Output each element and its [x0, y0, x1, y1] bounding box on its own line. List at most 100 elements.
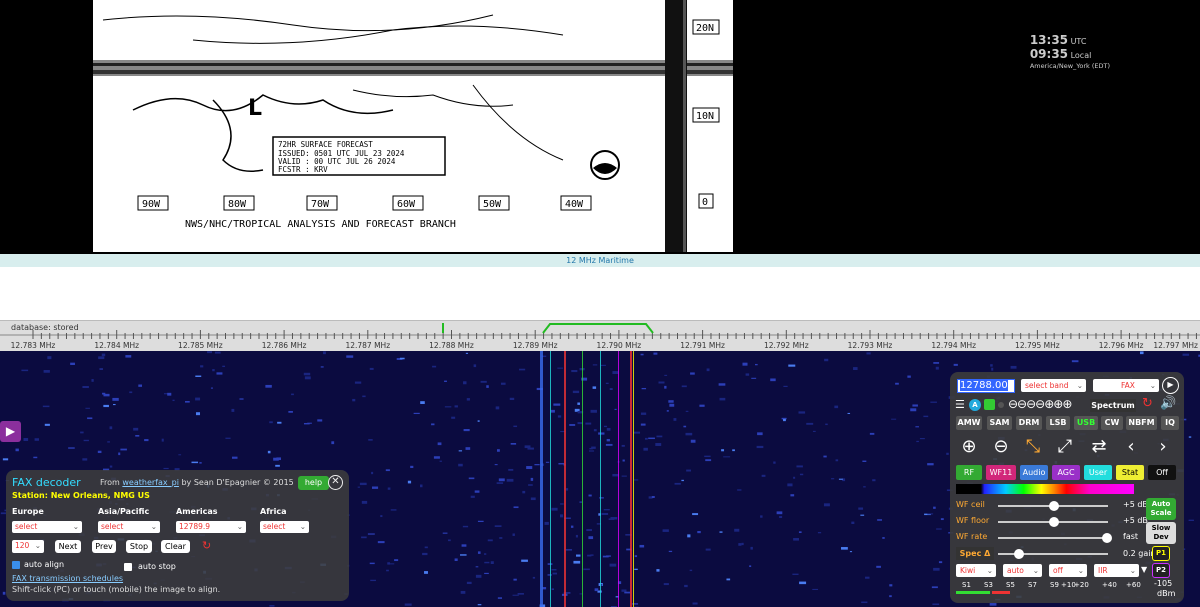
tab-user[interactable]: User	[1084, 465, 1112, 480]
spectrum-button[interactable]: Spectrum	[1090, 399, 1136, 412]
zoom-max-icon[interactable]: ⤢	[1052, 434, 1078, 460]
spec-gain-knob[interactable]	[1014, 549, 1024, 559]
band-select[interactable]: select band ⌄	[1021, 379, 1086, 392]
waterfall-pixel	[916, 440, 919, 443]
edit-icon[interactable]	[984, 399, 995, 410]
waterfall-pixel	[473, 364, 477, 368]
waterfall-pixel	[216, 372, 223, 375]
tab-stat[interactable]: Stat	[1116, 465, 1144, 480]
refresh-icon[interactable]: ↻	[202, 539, 211, 552]
asia-select[interactable]: select ⌄	[98, 521, 160, 533]
auto-scale-button[interactable]: Auto Scale	[1146, 498, 1176, 520]
zoom-band-icon[interactable]: ⤡	[1020, 434, 1046, 460]
help-button[interactable]: help	[298, 476, 329, 490]
forecast-line-1: 72HR SURFACE FORECAST	[278, 140, 373, 149]
reload-icon[interactable]: ↻	[1142, 396, 1153, 411]
mode-lsb[interactable]: LSB	[1046, 416, 1070, 430]
waterfall-pixel	[919, 438, 925, 440]
align-hint: Shift-click (PC) or touch (mobile) the i…	[12, 585, 221, 594]
prev-button[interactable]: Prev	[92, 540, 116, 553]
zoom-out-icon[interactable]: ⊖	[988, 434, 1014, 460]
off-select[interactable]: off ⌄	[1049, 564, 1087, 577]
tab-agc[interactable]: AGC	[1052, 465, 1080, 480]
weather-fax-image[interactable]: L 72HR SURFACE FORECAST ISSUED: 0501 UTC…	[93, 0, 733, 252]
frequency-label: 12.790 MHz	[596, 341, 642, 350]
wf-rate-knob[interactable]	[1102, 533, 1112, 543]
waterfall-pixel	[738, 543, 742, 546]
signal-trace	[582, 351, 583, 607]
close-icon[interactable]: ✕	[328, 475, 343, 490]
kiwi-select[interactable]: Kiwi ⌄	[956, 564, 996, 577]
menu-icon[interactable]: ☰	[955, 398, 965, 411]
auto-select[interactable]: auto ⌄	[1003, 564, 1042, 577]
wf-floor-slider[interactable]	[998, 517, 1108, 527]
waterfall-pixel	[751, 377, 757, 379]
dx-label-area[interactable]	[0, 267, 1200, 320]
waterfall-pixel	[912, 404, 918, 407]
mode-sam[interactable]: SAM	[987, 416, 1012, 430]
band-bar[interactable]: 12 MHz Maritime	[0, 254, 1200, 267]
stop-button[interactable]: Stop	[126, 540, 152, 553]
wf-ceil-slider[interactable]	[998, 501, 1108, 511]
frequency-label: 12.796 MHz	[1098, 341, 1144, 350]
waterfall-pixel	[779, 516, 783, 518]
auto-align-checkbox[interactable]	[12, 561, 20, 569]
next-page-icon[interactable]: ›	[1150, 434, 1176, 460]
mode-nbfm[interactable]: NBFM	[1126, 416, 1157, 430]
auto-icon[interactable]: A	[969, 399, 981, 411]
iir-select[interactable]: IIR ⌄	[1094, 564, 1139, 577]
mode-amw[interactable]: AMW	[956, 416, 982, 430]
waterfall-pixel	[484, 561, 490, 564]
waterfall-pixel	[494, 525, 502, 527]
waterfall-pixel	[544, 521, 549, 525]
tab-wf[interactable]: WF11	[986, 465, 1016, 480]
mode-usb[interactable]: USB	[1074, 416, 1098, 430]
zoom-in-icon[interactable]: ⊕	[956, 434, 982, 460]
play-toggle-button[interactable]: ▶	[0, 421, 21, 442]
p1-button[interactable]: P1	[1152, 546, 1170, 561]
lpm-select[interactable]: 120 ⌄	[12, 540, 44, 553]
waterfall-pixel	[545, 461, 550, 463]
wf-ceil-knob[interactable]	[1049, 501, 1059, 511]
wf-floor-knob[interactable]	[1049, 517, 1059, 527]
europe-select[interactable]: select ⌄	[12, 521, 82, 533]
meter-plus40: +40	[1102, 581, 1117, 589]
frequency-input[interactable]: 12788.00	[957, 379, 1015, 393]
clear-button[interactable]: Clear	[161, 540, 190, 553]
tab-off[interactable]: Off	[1148, 465, 1176, 480]
waterfall-pixel	[923, 415, 929, 418]
frequency-scale[interactable]: database: stored 12.783 MHz 12.784 MHz 12.…	[0, 320, 1200, 351]
play-icon[interactable]: ▶	[1162, 377, 1179, 394]
waterfall-pixel	[508, 468, 514, 471]
waterfall-pixel	[930, 401, 937, 403]
next-button[interactable]: Next	[55, 540, 81, 553]
spec-delta-button[interactable]: Spec Δ	[956, 547, 994, 560]
africa-select[interactable]: select ⌄	[260, 521, 309, 533]
weatherfax-link[interactable]: weatherfax_pi	[122, 478, 179, 487]
triangle-down-icon[interactable]: ▼	[1141, 565, 1147, 574]
zoom-controls[interactable]: ⊖⊖⊖⊖⊕⊕⊕	[1008, 397, 1072, 411]
mode-cw[interactable]: CW	[1101, 416, 1123, 430]
waterfall-pixel	[23, 438, 29, 441]
auto-stop-checkbox[interactable]	[124, 563, 132, 571]
spec-gain-slider[interactable]	[998, 549, 1108, 559]
waterfall-pixel	[369, 367, 374, 370]
wf-rate-slider[interactable]	[998, 533, 1112, 543]
lpm-value: 120	[15, 541, 30, 550]
mode-iq[interactable]: IQ	[1161, 416, 1179, 430]
mode-drm[interactable]: DRM	[1016, 416, 1042, 430]
waterfall-pixel	[532, 576, 536, 579]
tab-rf[interactable]: RF	[956, 465, 982, 480]
p2-button[interactable]: P2	[1152, 563, 1170, 578]
mode-select[interactable]: FAX ⌄	[1093, 379, 1159, 392]
passband-marker[interactable]	[542, 323, 654, 334]
tab-audio[interactable]: Audio	[1020, 465, 1048, 480]
slow-dev-button[interactable]: Slow Dev	[1146, 522, 1176, 544]
prev-page-icon[interactable]: ‹	[1118, 434, 1144, 460]
speaker-icon[interactable]: 🔊	[1160, 396, 1176, 411]
fax-schedules-link[interactable]: FAX transmission schedules	[12, 574, 123, 583]
waterfall-pixel	[82, 386, 89, 389]
swap-icon[interactable]: ⇄	[1086, 434, 1112, 460]
waterfall-pixel	[222, 365, 226, 368]
americas-select[interactable]: 12789.9 ⌄	[176, 521, 246, 533]
